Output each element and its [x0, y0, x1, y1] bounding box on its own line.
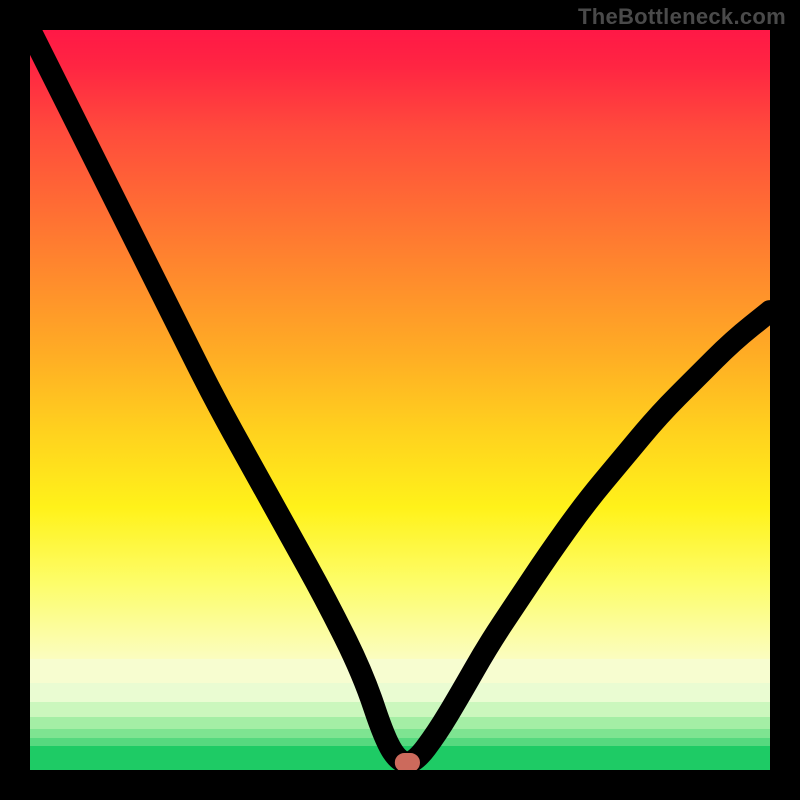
- chart-frame: TheBottleneck.com: [0, 0, 800, 800]
- watermark-text: TheBottleneck.com: [578, 4, 786, 30]
- chart-curve-layer: [30, 30, 770, 770]
- optimal-marker: [399, 757, 417, 769]
- bottleneck-curve: [30, 30, 770, 763]
- plot-area: [30, 30, 770, 770]
